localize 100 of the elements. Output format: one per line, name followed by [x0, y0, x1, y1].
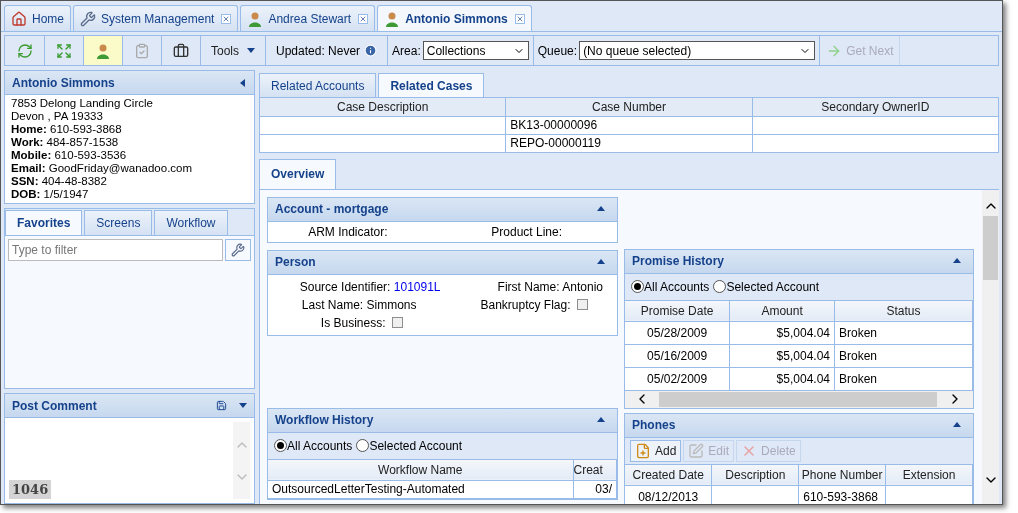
person-button[interactable] [84, 36, 123, 65]
radio-button[interactable] [713, 280, 727, 293]
queue-dropdown[interactable]: (No queue selected) [579, 41, 816, 60]
clipboard-icon [134, 42, 150, 59]
info-icon[interactable] [364, 44, 378, 57]
table-cell: 05/28/2009 [625, 321, 730, 344]
table-cell: 05/02/2009 [625, 367, 730, 390]
save-icon[interactable] [216, 400, 227, 411]
table-cell: Broken [834, 344, 973, 367]
panel-title: Promise History [632, 253, 725, 270]
panel-title: Workflow History [275, 412, 374, 429]
column-header: Creat [573, 459, 617, 480]
tab[interactable]: Workflow [154, 210, 228, 235]
close-icon[interactable] [514, 13, 525, 24]
contact-field: Work: 484-857-1538 [11, 136, 248, 149]
radio-button[interactable] [356, 439, 370, 452]
column-header: Phone Number [798, 464, 886, 485]
panel-title: Phones [632, 417, 676, 434]
tab[interactable]: Overview [259, 158, 337, 189]
collapse-icon[interactable] [239, 78, 247, 87]
wrench-icon [80, 10, 96, 27]
column-header: Amount [729, 300, 835, 321]
table-cell: Broken [834, 367, 973, 390]
panel-title: Account - mortgage [275, 201, 389, 218]
source-id-link[interactable]: 101091L [393, 279, 441, 294]
briefcase-icon [173, 42, 189, 59]
home-icon [11, 10, 27, 27]
tab[interactable]: Antonio Simmons [377, 5, 532, 31]
tab[interactable]: Andrea Stewart [240, 5, 376, 31]
address-line: Devon , PA 19333 [11, 110, 104, 123]
tab[interactable]: Related Accounts [259, 73, 377, 97]
field-label: Is Business: [320, 314, 386, 332]
column-header: Status [834, 300, 973, 321]
area-label: Area: [392, 42, 421, 60]
column-header: Secondary OwnerID [752, 98, 999, 116]
table-cell: 05/16/2009 [625, 344, 730, 367]
tab[interactable]: System Management [73, 5, 239, 31]
field-value: First Name: Antonio [496, 278, 604, 296]
close-icon[interactable] [221, 13, 232, 24]
tab[interactable]: Related Cases [378, 73, 485, 97]
field-label: ARM Indicator: [307, 223, 389, 241]
refresh-icon [16, 42, 33, 59]
table-cell: Broken [834, 321, 973, 344]
person-icon [95, 42, 111, 59]
table-cell: 08/12/2013 [625, 485, 712, 504]
panel-title: Post Comment [12, 397, 97, 415]
radio-label: Selected Account [726, 278, 820, 296]
checkbox[interactable] [391, 317, 403, 328]
dropdown-icon[interactable] [239, 401, 247, 410]
contact-field: Email: GoodFriday@wanadoo.com [11, 162, 248, 175]
queue-label: Queue: [537, 42, 578, 60]
person-icon [384, 10, 401, 27]
column-header: Extension [885, 464, 973, 485]
expand-icon [56, 42, 72, 59]
column-header: Case Description [259, 98, 506, 116]
edit-icon [688, 442, 705, 459]
collapse-icon[interactable] [597, 258, 605, 266]
column-header: Case Number [505, 98, 753, 116]
filter-field[interactable]: Type to filter [8, 239, 223, 261]
wrench-icon [231, 243, 245, 257]
column-header: Promise Date [625, 300, 730, 321]
collapse-icon[interactable] [597, 205, 605, 213]
add-file-icon [635, 442, 651, 459]
column-header: Description [711, 464, 799, 485]
radio-label: All Accounts [644, 278, 710, 296]
field-label: Product Line: [490, 223, 563, 241]
character-counter: 1046 [9, 479, 52, 499]
collapse-icon[interactable] [953, 421, 961, 429]
checkbox[interactable] [576, 299, 588, 310]
tab[interactable]: Screens [84, 210, 153, 235]
contact-field: DOB: 1/5/1947 [11, 188, 248, 201]
panel-title: Person [275, 254, 316, 271]
field-label: Source Identifier: [299, 279, 392, 294]
scrollbar[interactable] [982, 189, 999, 504]
tab[interactable]: Home [4, 5, 71, 31]
add-button[interactable]: Add [630, 439, 682, 462]
contact-field: Mobile: 610-593-3536 [11, 149, 248, 162]
field-label: Bankruptcy Flag: [480, 296, 571, 314]
radio-label: All Accounts [287, 437, 353, 455]
area-dropdown[interactable]: Collections [422, 41, 529, 60]
contact-field: Home: 610-593-3868 [11, 123, 248, 136]
address-line: 7853 Delong Landing Circle [11, 97, 154, 110]
dropdown-icon[interactable] [247, 46, 255, 55]
settings-button[interactable] [225, 239, 251, 261]
radio-button[interactable] [274, 439, 287, 452]
field-value: Last Name: Simmons [300, 296, 418, 314]
person-icon [247, 10, 264, 27]
tools-menu[interactable]: Tools [201, 36, 266, 65]
column-header: Created Date [625, 464, 712, 485]
radio-label: Selected Account [369, 437, 463, 455]
panel-title: Antonio Simmons [12, 74, 115, 92]
radio-button[interactable] [631, 280, 644, 293]
collapse-icon[interactable] [953, 257, 961, 265]
column-header: Workflow Name [268, 459, 573, 480]
update-status: Updated: Never [276, 42, 361, 60]
collapse-icon[interactable] [597, 416, 605, 424]
close-icon[interactable] [358, 13, 369, 24]
contact-field: SSN: 404-48-8382 [11, 175, 248, 188]
tab[interactable]: Favorites [5, 210, 83, 235]
scrollbar-thumb[interactable] [983, 215, 998, 280]
